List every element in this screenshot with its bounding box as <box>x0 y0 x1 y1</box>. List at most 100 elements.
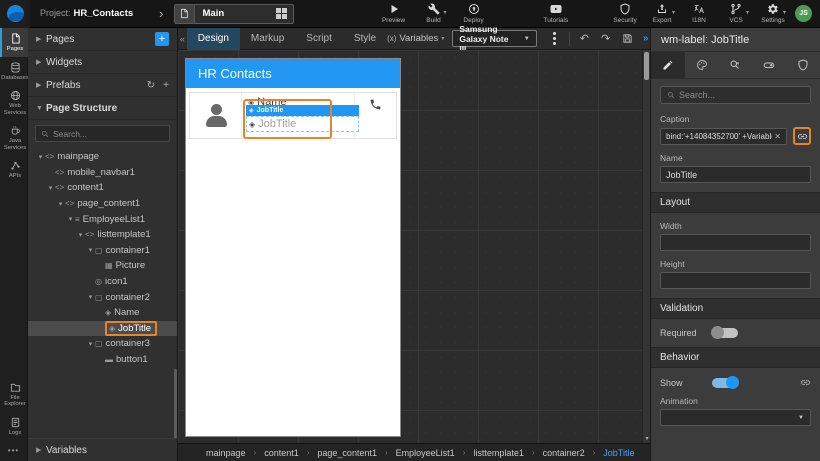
animation-select[interactable]: ▼ <box>660 409 811 426</box>
tree-node-container3[interactable]: ▾ ▢ container3 <box>28 336 177 352</box>
tree-node-button1[interactable]: ▬ button1 <box>28 352 177 368</box>
panel-scrollbar[interactable] <box>174 369 177 438</box>
inspector-tab-palette[interactable] <box>685 52 719 78</box>
rail-item-file-explorer[interactable]: File Explorer <box>0 377 28 412</box>
breadcrumb-page_content1[interactable]: page_content1 <box>317 448 377 458</box>
rail-item-web-services[interactable]: Web Services <box>0 85 28 120</box>
section-widgets[interactable]: ▶ Widgets <box>28 51 177 74</box>
variables-menu[interactable]: (x) Variables ▾ <box>387 33 444 44</box>
topbar-action-tutorials[interactable]: Tutorials <box>544 3 568 24</box>
chevron-down-icon[interactable]: ▾ <box>66 215 75 223</box>
redo-button[interactable]: ↷ <box>601 32 610 45</box>
add-page-button[interactable]: + <box>155 32 169 46</box>
tree-node-Picture[interactable]: ▦ Picture <box>28 258 177 274</box>
tree-node-container1[interactable]: ▾ ▢ container1 <box>28 243 177 259</box>
breadcrumb-EmployeeList1[interactable]: EmployeeList1 <box>396 448 455 458</box>
bind-property-button[interactable] <box>793 127 811 145</box>
tab-script[interactable]: Script <box>295 28 343 50</box>
rail-item-pages[interactable]: Pages <box>0 28 28 57</box>
jobtitle-widget[interactable]: ◈ JobTitle <box>246 116 359 132</box>
topbar-action-vcs[interactable]: ▾ VCS <box>724 3 749 24</box>
tree-node-listtemplate1[interactable]: ▾ <> listtemplate1 <box>28 227 177 243</box>
breadcrumb-content1[interactable]: content1 <box>264 448 299 458</box>
tree-node-JobTitle[interactable]: ◈ JobTitle <box>28 320 177 337</box>
bind-show-icon[interactable] <box>800 377 811 388</box>
topbar-action-export[interactable]: ▾ Export <box>650 3 675 24</box>
refresh-icon[interactable]: ↻ <box>147 80 155 91</box>
inspector-tab-search-x[interactable] <box>719 52 753 78</box>
selection-label-bar[interactable]: ◈ JobTitle <box>246 105 359 116</box>
height-input[interactable] <box>660 272 811 289</box>
tree-node-mainpage[interactable]: ▾ <> mainpage <box>28 149 177 165</box>
picture-cell[interactable] <box>190 93 242 138</box>
layout-section-header[interactable]: Layout <box>651 192 820 213</box>
device-selector[interactable]: Samsung Galaxy Note III ▼ <box>452 24 537 54</box>
app-logo[interactable] <box>0 0 30 28</box>
name-input[interactable]: JobTitle <box>660 166 811 183</box>
topbar-action-settings[interactable]: ▾ Settings <box>761 3 786 24</box>
caption-input[interactable]: bind:'+14084352700' +Variables.HrdbE ✕ <box>660 127 787 145</box>
tree-node-content1[interactable]: ▾ <> content1 <box>28 180 177 196</box>
expand-right-icon[interactable]: » <box>641 33 650 44</box>
width-input[interactable] <box>660 234 811 251</box>
behavior-section-header[interactable]: Behavior <box>651 347 820 368</box>
required-toggle[interactable] <box>711 326 738 339</box>
text-cell[interactable]: ◈ Name ◈ JobTitle ◈ JobTitle <box>242 93 359 139</box>
inspector-tab-device-toggle[interactable] <box>752 52 786 78</box>
chevron-down-icon[interactable]: ▾ <box>86 246 95 254</box>
topbar-action-build[interactable]: ▾ Build <box>422 3 447 24</box>
rail-item-databases[interactable]: Databases <box>0 57 29 86</box>
show-toggle[interactable] <box>712 375 739 389</box>
clear-icon[interactable]: ✕ <box>774 132 781 141</box>
section-page-structure[interactable]: ▼ Page Structure <box>28 97 177 120</box>
validation-section-header[interactable]: Validation <box>651 298 820 319</box>
kebab-menu-icon[interactable] <box>551 32 559 45</box>
inspector-tab-pencil[interactable] <box>651 52 685 78</box>
tree-node-icon1[interactable]: ◎ icon1 <box>28 274 177 290</box>
canvas-grid-area[interactable]: HR Contacts ◈ Name ◈ JobTitle ◈ JobTitle <box>178 50 650 443</box>
topbar-action-preview[interactable]: Preview <box>382 3 406 24</box>
tree-node-page_content1[interactable]: ▾ <> page_content1 <box>28 196 177 212</box>
rail-item-java-services[interactable]: Java Services <box>0 120 28 155</box>
section-pages[interactable]: ▶ Pages + <box>28 28 177 51</box>
tree-node-mobile_navbar1[interactable]: <> mobile_navbar1 <box>28 165 177 181</box>
tree-node-Name[interactable]: ◈ Name <box>28 305 177 321</box>
chevron-down-icon[interactable]: ▾ <box>86 340 95 348</box>
tree-node-container2[interactable]: ▾ ▢ container2 <box>28 289 177 305</box>
section-variables[interactable]: ▶ Variables <box>28 438 177 461</box>
more-options-icon[interactable]: ••• <box>0 440 27 461</box>
tab-markup[interactable]: Markup <box>240 28 295 50</box>
collapse-left-panel-icon[interactable]: « <box>178 34 187 44</box>
save-button[interactable] <box>622 33 633 44</box>
grid-icon[interactable] <box>275 8 287 19</box>
phone-app-header[interactable]: HR Contacts <box>186 59 400 88</box>
breadcrumb-listtemplate1[interactable]: listtemplate1 <box>473 448 524 458</box>
breadcrumb-mainpage[interactable]: mainpage <box>206 448 246 458</box>
page-tab-main[interactable]: Main <box>173 3 294 24</box>
add-prefab-icon[interactable]: + <box>163 80 169 91</box>
topbar-action-security[interactable]: Security <box>613 3 637 24</box>
tab-style[interactable]: Style <box>343 28 387 50</box>
rail-item-apis[interactable]: APIs <box>0 155 28 184</box>
structure-search-input[interactable]: Search... <box>35 125 170 142</box>
topbar-action-i18n[interactable]: I18N <box>687 3 711 24</box>
employee-list-item[interactable]: ◈ Name ◈ JobTitle ◈ JobTitle <box>189 92 397 139</box>
scrollbar-thumb[interactable] <box>644 52 649 80</box>
chevron-down-icon[interactable]: ▾ <box>36 153 45 161</box>
tab-design[interactable]: Design <box>186 27 240 50</box>
tree-node-EmployeeList1[interactable]: ▾ ≡ EmployeeList1 <box>28 211 177 227</box>
chevron-down-icon[interactable]: ▾ <box>76 231 85 239</box>
section-prefabs[interactable]: ▶ Prefabs ↻ + <box>28 74 177 97</box>
chevron-down-icon[interactable]: ▾ <box>46 184 55 192</box>
user-avatar[interactable]: JS <box>795 5 812 22</box>
chevron-down-icon[interactable]: ▾ <box>86 293 95 301</box>
inspector-tab-shield-outline[interactable] <box>786 52 820 78</box>
canvas-scrollbar[interactable]: ▾ <box>642 50 650 443</box>
topbar-action-deploy[interactable]: Deploy <box>462 3 486 24</box>
breadcrumb-JobTitle[interactable]: JobTitle <box>603 448 634 458</box>
rail-item-logs[interactable]: Logs <box>0 412 28 441</box>
property-search-input[interactable]: Search... <box>660 86 811 104</box>
chevron-down-icon[interactable]: ▾ <box>56 200 65 208</box>
breadcrumb-container2[interactable]: container2 <box>543 448 585 458</box>
call-button-cell[interactable] <box>355 93 396 138</box>
